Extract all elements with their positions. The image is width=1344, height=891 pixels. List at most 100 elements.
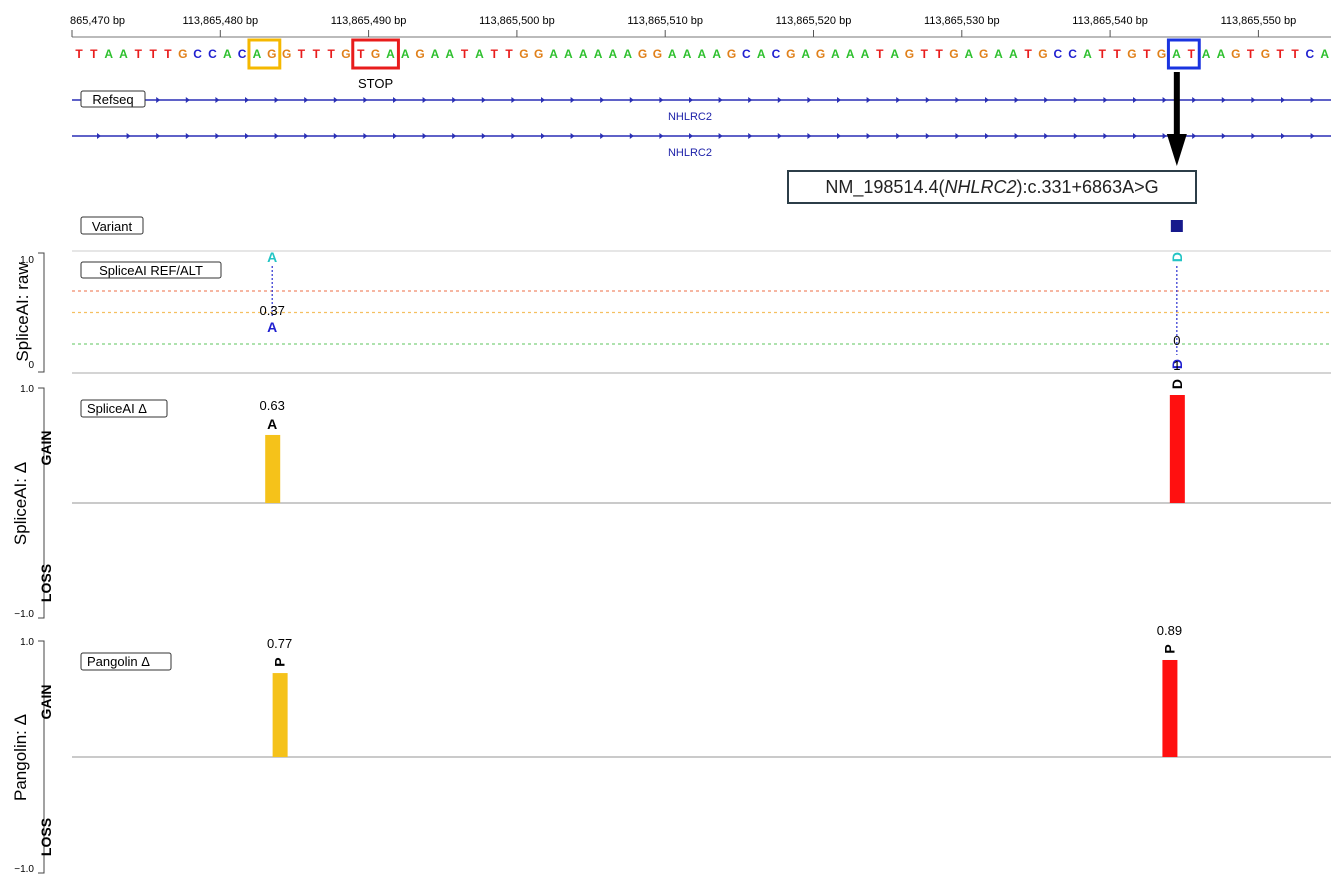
base-A: A bbox=[757, 47, 766, 61]
base-A: A bbox=[1083, 47, 1092, 61]
y-axis-label: SpliceAI: Δ bbox=[11, 462, 30, 545]
y-axis-label: Pangolin: Δ bbox=[11, 714, 30, 801]
base-T: T bbox=[298, 47, 306, 61]
base-A: A bbox=[579, 47, 588, 61]
strand-arrow bbox=[659, 133, 664, 139]
strand-arrow bbox=[866, 133, 871, 139]
strand-arrow bbox=[333, 133, 338, 139]
variant-title: Variant bbox=[92, 219, 133, 234]
base-A: A bbox=[890, 47, 899, 61]
base-G: G bbox=[949, 47, 958, 61]
strand-arrow bbox=[1044, 97, 1049, 103]
strand-arrow bbox=[1133, 97, 1137, 103]
strand-arrow bbox=[629, 97, 634, 103]
strand-arrow bbox=[304, 133, 309, 139]
base-A: A bbox=[223, 47, 232, 61]
strand-arrow bbox=[866, 97, 871, 103]
refseq-title: Refseq bbox=[92, 92, 133, 107]
base-A: A bbox=[564, 47, 573, 61]
base-A: A bbox=[104, 47, 113, 61]
strand-arrow bbox=[807, 133, 812, 139]
base-T: T bbox=[164, 47, 172, 61]
ref-value-label: 0.37 bbox=[260, 303, 285, 318]
strand-arrow bbox=[570, 133, 575, 139]
variant-hgvs-callout: NM_198514.4(NHLRC2):c.331+6863A>G bbox=[787, 170, 1197, 204]
bar-site-label: P bbox=[1161, 644, 1177, 653]
strand-arrow bbox=[1281, 97, 1285, 103]
base-G: G bbox=[282, 47, 291, 61]
base-T: T bbox=[921, 47, 929, 61]
base-A: A bbox=[698, 47, 707, 61]
strand-arrow bbox=[570, 97, 575, 103]
base-A: A bbox=[846, 47, 855, 61]
ruler-tick-label: 113,865,490 bp bbox=[331, 15, 407, 27]
base-A: A bbox=[1217, 47, 1226, 61]
refseq-track: NHLRC2 NHLRC2 Refseq bbox=[72, 90, 1331, 159]
spliceai-delta-track: 1.0 −1.0 SpliceAI: Δ GAIN LOSS SpliceAI Δ A 0.6… bbox=[11, 358, 1331, 620]
base-T: T bbox=[461, 47, 469, 61]
strand-arrow bbox=[985, 133, 989, 139]
base-T: T bbox=[876, 47, 884, 61]
genome-browser-figure: 865,470 bp 113,865,480 bp 113,865,490 bp 11… bbox=[11, 15, 1331, 875]
base-A: A bbox=[1202, 47, 1211, 61]
raw-title: SpliceAI REF/ALT bbox=[99, 263, 203, 278]
strand-arrow bbox=[1251, 133, 1256, 139]
base-G: G bbox=[905, 47, 914, 61]
strand-arrow bbox=[481, 97, 486, 103]
strand-arrow bbox=[156, 133, 161, 139]
base-A: A bbox=[609, 47, 618, 61]
base-G: G bbox=[1157, 47, 1166, 61]
ruler-tick-label: 865,470 bp bbox=[70, 15, 125, 27]
base-T: T bbox=[149, 47, 157, 61]
base-C: C bbox=[772, 47, 781, 61]
base-A: A bbox=[401, 47, 410, 61]
base-G: G bbox=[638, 47, 647, 61]
strand-arrow bbox=[1073, 133, 1078, 139]
base-C: C bbox=[1068, 47, 1077, 61]
strand-arrow bbox=[1133, 133, 1137, 139]
strand-arrow bbox=[245, 97, 249, 103]
base-G: G bbox=[786, 47, 795, 61]
strand-arrow bbox=[304, 97, 309, 103]
strand-arrow bbox=[481, 133, 486, 139]
base-A: A bbox=[712, 47, 721, 61]
variant-arrow-head bbox=[1166, 134, 1187, 166]
strand-arrow bbox=[333, 97, 338, 103]
strand-arrow bbox=[511, 97, 516, 103]
base-T: T bbox=[1291, 47, 1299, 61]
base-T: T bbox=[327, 47, 335, 61]
strand-arrow bbox=[97, 133, 101, 139]
strand-arrow bbox=[1162, 133, 1167, 139]
base-A: A bbox=[1320, 47, 1329, 61]
base-G: G bbox=[653, 47, 662, 61]
strand-arrow bbox=[689, 133, 693, 139]
strand-arrow bbox=[156, 97, 161, 103]
strand-arrow bbox=[925, 133, 930, 139]
bar-value-label: 0.77 bbox=[267, 636, 292, 651]
strand-arrow bbox=[748, 133, 753, 139]
strand-arrow bbox=[215, 97, 220, 103]
base-G: G bbox=[534, 47, 543, 61]
hgvs-suffix: ):c.331+6863A>G bbox=[1016, 177, 1159, 197]
gain-label: GAIN bbox=[38, 685, 54, 720]
base-C: C bbox=[238, 47, 247, 61]
strand-arrow bbox=[600, 133, 605, 139]
delta-bar bbox=[272, 673, 288, 757]
base-T: T bbox=[1024, 47, 1032, 61]
loss-label: LOSS bbox=[38, 564, 54, 602]
strand-arrow bbox=[807, 97, 812, 103]
strand-arrow bbox=[689, 97, 693, 103]
base-G: G bbox=[727, 47, 736, 61]
base-T: T bbox=[135, 47, 143, 61]
strand-arrow bbox=[925, 97, 930, 103]
base-C: C bbox=[1053, 47, 1062, 61]
bar-value-label: 0.89 bbox=[1157, 623, 1182, 638]
strand-arrow bbox=[837, 133, 841, 139]
base-G: G bbox=[415, 47, 424, 61]
strand-arrow bbox=[777, 133, 782, 139]
alt-site-mark: A bbox=[267, 249, 277, 265]
hgvs-gene: NHLRC2 bbox=[944, 177, 1017, 197]
base-A: A bbox=[431, 47, 440, 61]
base-A: A bbox=[861, 47, 870, 61]
strand-arrow bbox=[363, 97, 368, 103]
